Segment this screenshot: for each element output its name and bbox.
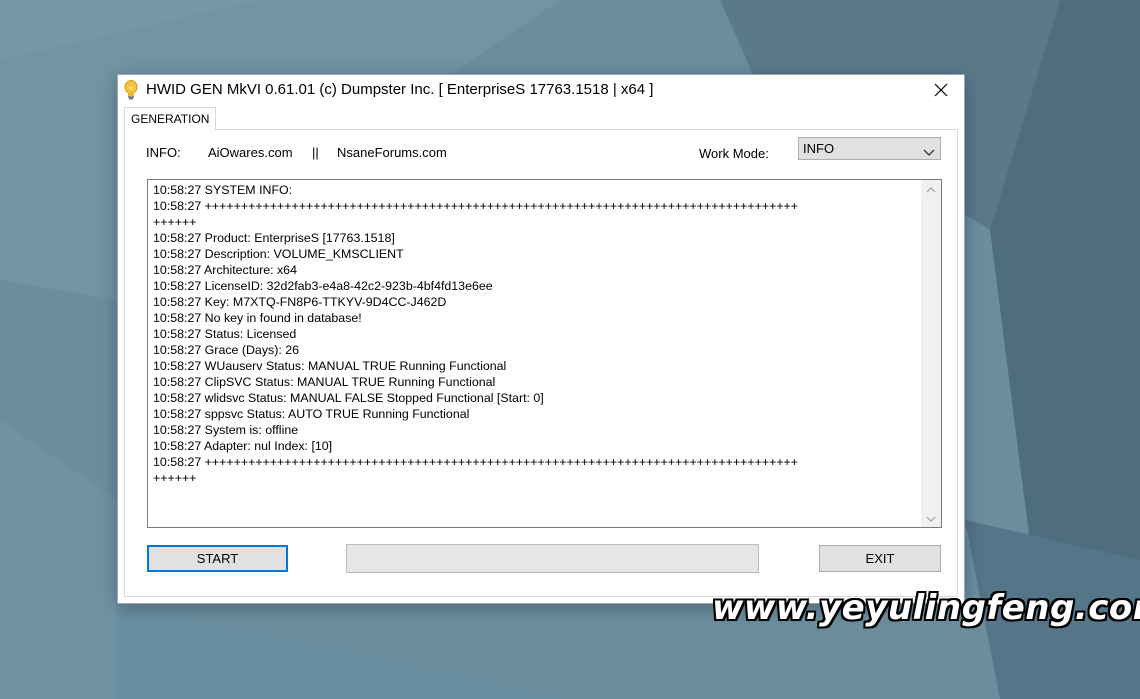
log-line: 10:58:27 Status: Licensed [153,327,297,341]
log-line: ++++++ [153,215,197,229]
chevron-up-icon [926,180,936,198]
watermark: www.yeyulingfeng.com [712,588,1140,628]
scroll-up-button[interactable] [921,180,941,198]
exit-button[interactable]: EXIT [819,545,941,572]
log-line: 10:58:27 Grace (Days): 26 [153,343,300,357]
log-line: 10:58:27 Product: EnterpriseS [17763.151… [153,231,395,245]
log-line: 10:58:27 Architecture: x64 [153,263,297,277]
work-mode-select[interactable]: INFO [798,137,941,160]
log-line: 10:58:27 sppsvc Status: AUTO TRUE Runnin… [153,407,470,421]
log-line: 10:58:27 SYSTEM INFO: [153,183,293,197]
log-line: 10:58:27 System is: offline [153,423,299,437]
app-window: HWID GEN MkVI 0.61.01 (c) Dumpster Inc. … [117,74,965,604]
info-separator: || [312,145,319,160]
aiowares-link[interactable]: AiOwares.com [208,145,293,160]
log-output[interactable]: 10:58:27 SYSTEM INFO: 10:58:27 ++++++++++… [147,179,942,528]
work-mode-value: INFO [803,141,835,156]
log-line: 10:58:27 +++++++++++++++++++++++++++++++… [153,455,799,469]
chevron-down-icon [926,509,936,527]
info-label: INFO: [146,145,181,160]
log-line: 10:58:27 wlidsvc Status: MANUAL FALSE St… [153,391,544,405]
title-bar[interactable]: HWID GEN MkVI 0.61.01 (c) Dumpster Inc. … [118,75,964,105]
start-button[interactable]: START [147,545,288,572]
log-line: 10:58:27 Adapter: nul Index: [10] [153,439,333,453]
log-text: 10:58:27 SYSTEM INFO: 10:58:27 ++++++++++… [153,182,915,486]
log-line: ++++++ [153,471,197,485]
log-line: 10:58:27 WUauserv Status: MANUAL TRUE Ru… [153,359,507,373]
log-line: 10:58:27 +++++++++++++++++++++++++++++++… [153,199,799,213]
tab-generation[interactable]: GENERATION [124,107,217,130]
nsaneforums-link[interactable]: NsaneForums.com [337,145,447,160]
work-mode-label: Work Mode: [699,146,769,161]
close-icon [934,83,948,97]
log-line: 10:58:27 Description: VOLUME_KMSCLIENT [153,247,404,261]
scroll-down-button[interactable] [921,509,941,527]
progress-bar [346,544,759,573]
vertical-scrollbar[interactable] [921,180,941,527]
chevron-down-icon [923,145,935,160]
window-title: HWID GEN MkVI 0.61.01 (c) Dumpster Inc. … [146,81,654,98]
log-line: 10:58:27 ClipSVC Status: MANUAL TRUE Run… [153,375,496,389]
close-button[interactable] [918,75,964,105]
log-line: 10:58:27 LicenseID: 32d2fab3-e4a8-42c2-9… [153,279,493,293]
log-line: 10:58:27 No key in found in database! [153,311,362,325]
log-line: 10:58:27 Key: M7XTQ-FN8P6-TTKYV-9D4CC-J4… [153,295,447,309]
lightbulb-icon [123,80,139,100]
